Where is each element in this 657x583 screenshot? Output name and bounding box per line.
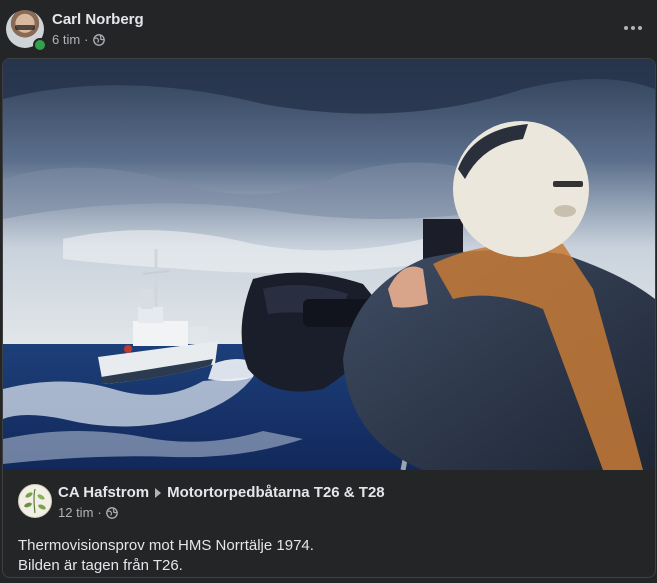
shared-post-header: CA Hafstrom Motortorpedbåtarna T26 & T28… xyxy=(3,470,655,577)
more-options-button[interactable] xyxy=(619,16,647,40)
meta-separator: · xyxy=(97,505,102,520)
group-avatar[interactable] xyxy=(18,484,52,518)
shared-post-title: CA Hafstrom Motortorpedbåtarna T26 & T28 xyxy=(58,484,385,501)
more-dot xyxy=(631,26,635,30)
group-avatar-icon xyxy=(24,488,46,514)
post-text-line-1: Thermovisionsprov mot HMS Norrtälje 1974… xyxy=(18,537,314,554)
shared-author-name[interactable]: CA Hafstrom xyxy=(58,484,149,501)
post-time[interactable]: 6 tim xyxy=(52,32,80,47)
meta-separator: · xyxy=(84,32,89,47)
post-photo[interactable] xyxy=(3,59,655,470)
globe-icon[interactable] xyxy=(92,33,105,46)
more-dot xyxy=(638,26,642,30)
caret-right-icon xyxy=(155,487,162,498)
more-options-icon xyxy=(624,26,628,30)
shared-post-card[interactable]: CA Hafstrom Motortorpedbåtarna T26 & T28… xyxy=(2,58,656,578)
post-header: Carl Norberg 6 tim · xyxy=(0,0,657,58)
shared-post-meta: 12 tim · xyxy=(58,505,118,520)
globe-icon[interactable] xyxy=(105,506,118,519)
author-name[interactable]: Carl Norberg xyxy=(52,11,144,28)
online-status-indicator xyxy=(33,38,47,52)
post-meta: 6 tim · xyxy=(52,32,105,47)
group-name[interactable]: Motortorpedbåtarna T26 & T28 xyxy=(167,484,385,501)
shared-post-time[interactable]: 12 tim xyxy=(58,505,93,520)
post-text-line-2: Bilden är tagen från T26. xyxy=(18,557,183,574)
shared-post-text: Thermovisionsprov mot HMS Norrtälje 1974… xyxy=(18,536,314,576)
